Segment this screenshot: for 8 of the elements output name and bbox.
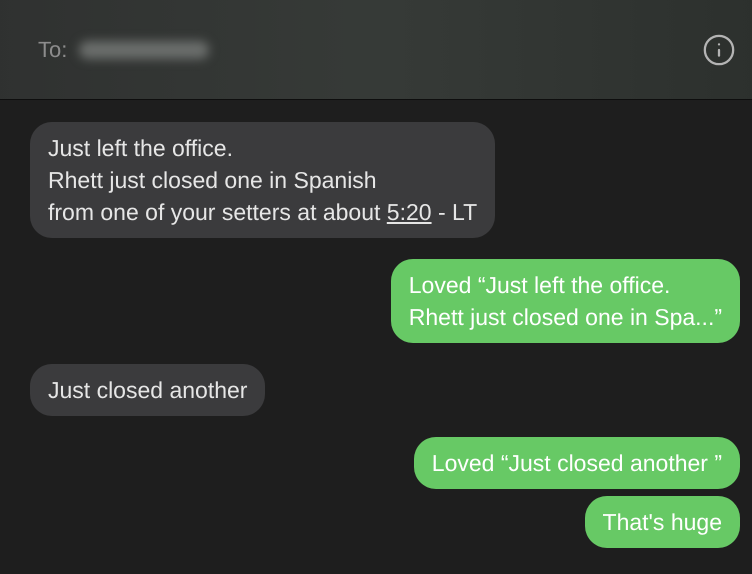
- time-link[interactable]: 5:20: [386, 199, 432, 225]
- to-label: To:: [38, 36, 68, 64]
- info-icon[interactable]: [702, 32, 736, 66]
- message-bubble: Loved “Just closed another ”: [414, 437, 740, 489]
- message-bubble: Just closed another: [30, 364, 266, 416]
- message-bubble: Just left the office. Rhett just closed one in Spanish from one of your setters at about 5:20 - LT: [30, 122, 496, 238]
- message-bubble: Loved “Just left the office. Rhett just closed one in Spa...”: [390, 259, 740, 343]
- message-bubble: That's huge: [584, 496, 740, 548]
